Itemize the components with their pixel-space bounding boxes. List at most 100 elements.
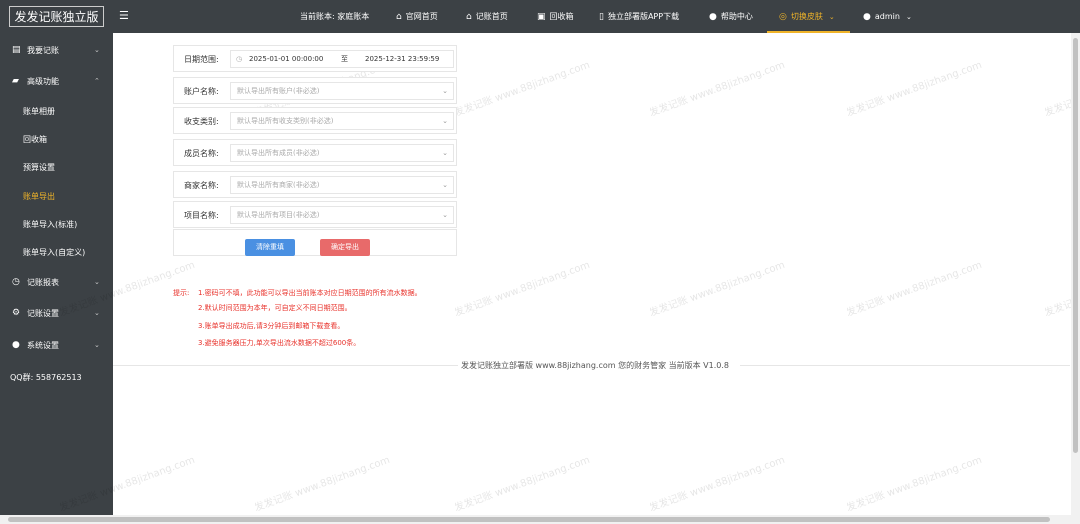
sidebar-item-label: 记账报表: [27, 277, 59, 287]
nav-switch-skin[interactable]: ◎ 切换皮肤 ⌄: [779, 0, 835, 33]
watermark: 发发记账 www.88jizhang.com: [453, 454, 592, 515]
tips-label: 提示:: [173, 289, 190, 297]
scrollbar-thumb[interactable]: [1073, 38, 1078, 453]
user-icon: ●: [12, 340, 20, 350]
scrollbar-thumb[interactable]: [8, 517, 1050, 522]
account-placeholder: 默认导出所有账户(非必选): [237, 87, 320, 95]
clear-button[interactable]: 清除重填: [245, 239, 295, 256]
nav-official-home[interactable]: ⌂ 官网首页: [396, 0, 438, 33]
chevron-down-icon: ⌄: [442, 149, 448, 157]
chevron-down-icon: ⌄: [94, 278, 100, 286]
sidebar-sub-recycle[interactable]: 回收箱: [23, 134, 47, 145]
chevron-down-icon: ⌄: [94, 46, 100, 54]
sidebar-item-bookkeeping[interactable]: ▤ 我要记账 ⌄: [0, 42, 113, 58]
sidebar-item-label: 记账设置: [27, 308, 59, 318]
top-bar: 发发记账独立版 ☰ 当前账本: 家庭账本 ⌂ 官网首页 ⌂ 记账首页 ▣ 回收箱…: [0, 0, 1080, 33]
nav-user-menu[interactable]: ● admin ⌄: [863, 0, 912, 33]
project-placeholder: 默认导出所有项目(非必选): [237, 211, 320, 219]
project-row: 项目名称: 默认导出所有项目(非必选) ⌄: [173, 201, 457, 228]
project-label: 项目名称:: [184, 211, 219, 220]
nav-label: 官网首页: [405, 12, 438, 21]
chevron-down-icon: ⌄: [442, 87, 448, 95]
current-ledger-label: 当前账本: 家庭账本: [300, 12, 370, 21]
watermark: 发发记账 www.88jizhang.com: [453, 259, 592, 320]
sidebar-sub-budget[interactable]: 预算设置: [23, 162, 55, 173]
nav-label: 帮助中心: [720, 12, 753, 21]
account-select[interactable]: 默认导出所有账户(非必选) ⌄: [230, 82, 454, 100]
phone-icon: ▯: [599, 11, 604, 22]
footer-divider: [740, 365, 1070, 366]
user-name: admin: [874, 12, 900, 21]
menu-toggle-icon[interactable]: ☰: [119, 10, 129, 21]
nav-help-center[interactable]: ● 帮助中心: [709, 0, 753, 33]
watermark: 发发记账 www.88jizhang.com: [253, 454, 392, 515]
book-icon: ▤: [12, 45, 21, 55]
button-row: [173, 229, 457, 256]
date-start[interactable]: 2025-01-01 00:00:00: [249, 51, 323, 67]
member-placeholder: 默认导出所有成员(非必选): [237, 149, 320, 157]
home-icon: ⌂: [466, 11, 472, 22]
project-select[interactable]: 默认导出所有项目(非必选) ⌄: [230, 206, 454, 224]
sidebar-sub-export[interactable]: 账单导出: [23, 191, 55, 202]
clock-icon: ◷: [12, 277, 20, 287]
sidebar-item-system[interactable]: ● 系统设置 ⌄: [0, 337, 113, 353]
watermark: 发发记账 www.88jizhang.com: [453, 59, 592, 120]
current-ledger[interactable]: 当前账本: 家庭账本: [300, 0, 369, 33]
date-range-picker[interactable]: ◷ 2025-01-01 00:00:00 至 2025-12-31 23:59…: [230, 50, 454, 68]
chevron-down-icon: ⌄: [442, 117, 448, 125]
sidebar-item-settings[interactable]: ⚙ 记账设置 ⌄: [0, 305, 113, 321]
date-separator: 至: [341, 55, 348, 63]
date-range-row: 日期范围: ◷ 2025-01-01 00:00:00 至 2025-12-31…: [173, 45, 457, 72]
watermark: 发发记账 www.88jizhang.com: [648, 59, 787, 120]
export-button[interactable]: 确定导出: [320, 239, 370, 256]
chevron-down-icon: ⌄: [442, 181, 448, 189]
sidebar-item-label: 系统设置: [27, 340, 59, 350]
chevron-down-icon: ⌄: [94, 341, 100, 349]
date-range-label: 日期范围:: [184, 55, 219, 64]
category-select[interactable]: 默认导出所有收支类别(非必选) ⌄: [230, 112, 454, 130]
watermark: 发发记账 www.88jizhang.com: [648, 259, 787, 320]
app-logo[interactable]: 发发记账独立版: [0, 0, 113, 33]
category-row: 收支类别: 默认导出所有收支类别(非必选) ⌄: [173, 107, 457, 134]
chevron-down-icon: ⌄: [442, 211, 448, 219]
tip-line: 2.默认时间范围为本年，可自定义不同日期范围。: [198, 304, 352, 312]
user-icon: ●: [863, 11, 871, 22]
vertical-scrollbar[interactable]: [1071, 33, 1080, 517]
briefcase-icon: ▰: [12, 76, 19, 86]
member-row: 成员名称: 默认导出所有成员(非必选) ⌄: [173, 139, 457, 166]
nav-ledger-home[interactable]: ⌂ 记账首页: [466, 0, 508, 33]
sidebar-item-reports[interactable]: ◷ 记账报表 ⌄: [0, 274, 113, 290]
watermark: 发发记账 www.88jizhang.com: [845, 59, 984, 120]
watermark: 发发记账 www.88jizhang.com: [845, 259, 984, 320]
nav-label: 记账首页: [475, 12, 508, 21]
trash-icon: ▣: [537, 11, 546, 22]
sidebar: ▤ 我要记账 ⌄ ▰ 高级功能 ⌃ 账单相册 回收箱 预算设置 账单导出 账单导…: [0, 33, 113, 524]
tip-line: 1.密码可不填，此功能可以导出当前账本对应日期范围的所有流水数据。: [198, 289, 422, 297]
chevron-up-icon: ⌃: [94, 77, 100, 85]
nav-label: 回收箱: [549, 12, 574, 21]
gear-icon: ⚙: [12, 308, 21, 318]
nav-label: 切换皮肤: [790, 12, 823, 21]
sidebar-sub-album[interactable]: 账单相册: [23, 106, 55, 117]
sidebar-item-label: 高级功能: [27, 76, 59, 86]
merchant-select[interactable]: 默认导出所有商家(非必选) ⌄: [230, 176, 454, 194]
logo-text: 发发记账独立版: [9, 6, 104, 27]
date-end[interactable]: 2025-12-31 23:59:59: [365, 51, 439, 67]
tip-line: 3.账单导出成功后,请3分钟后到邮箱下载查看。: [198, 322, 345, 330]
watermark: 发发记账 www.88jizhang.com: [845, 454, 984, 515]
clock-icon: ◷: [236, 55, 243, 63]
tip-line: 3.避免服务器压力,单次导出流水数据不超过600条。: [198, 339, 361, 347]
watermark: 发发记账 www.88jizhang.com: [648, 454, 787, 515]
chevron-down-icon: ⌄: [905, 12, 912, 21]
sidebar-sub-import-custom[interactable]: 账单导入(自定义): [23, 247, 85, 258]
nav-app-download[interactable]: ▯ 独立部署版APP下载: [599, 0, 679, 33]
footer-divider: [113, 365, 458, 366]
horizontal-scrollbar[interactable]: [0, 515, 1080, 524]
sidebar-item-advanced[interactable]: ▰ 高级功能 ⌃: [0, 73, 113, 89]
member-select[interactable]: 默认导出所有成员(非必选) ⌄: [230, 144, 454, 162]
nav-recycle-bin[interactable]: ▣ 回收箱: [537, 0, 574, 33]
merchant-placeholder: 默认导出所有商家(非必选): [237, 181, 320, 189]
qq-group: QQ群: 558762513: [10, 373, 82, 382]
sidebar-sub-import-standard[interactable]: 账单导入(标准): [23, 219, 77, 230]
category-placeholder: 默认导出所有收支类别(非必选): [237, 117, 334, 125]
